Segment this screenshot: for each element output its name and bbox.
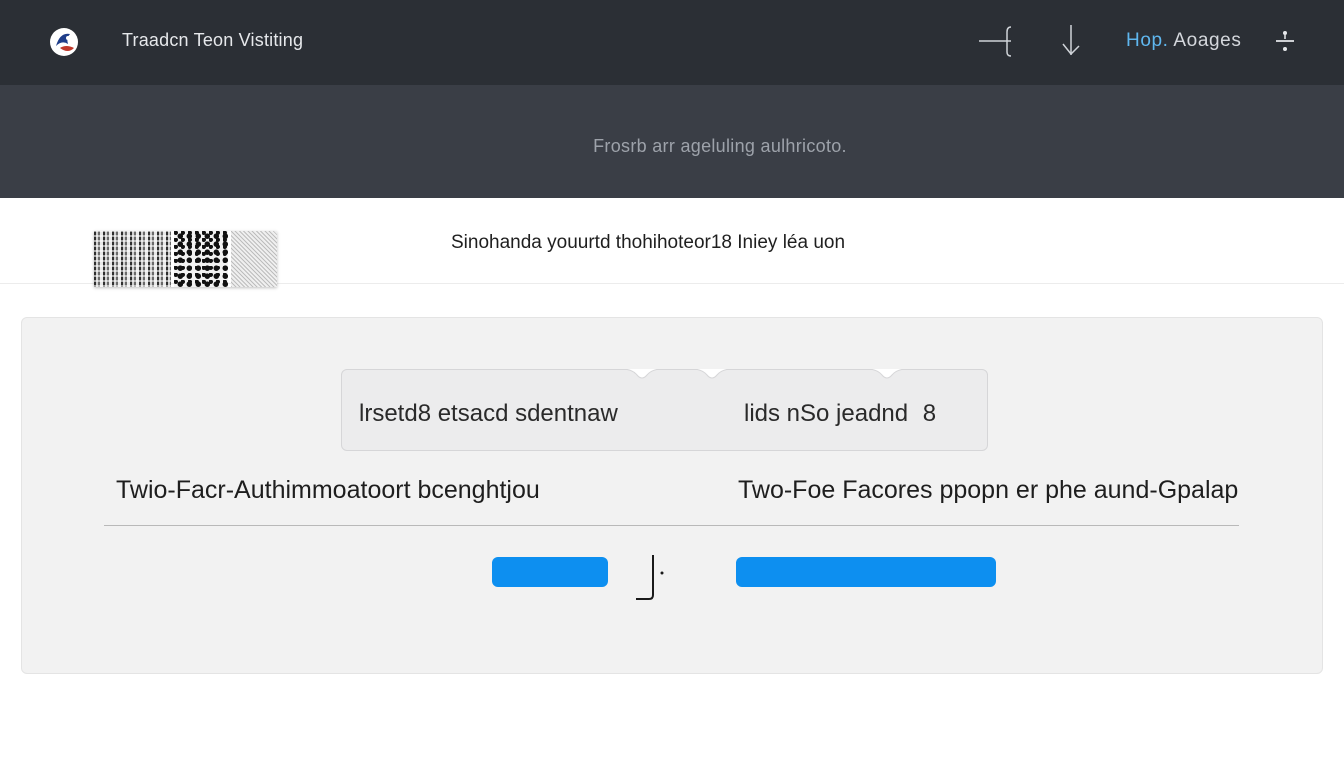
info-strip-text: Sinohanda youurtd thohihoteor18 Iniey lé…: [451, 232, 846, 253]
nav-link-accent: Hop.: [1126, 30, 1169, 51]
selector-notches: [621, 369, 908, 379]
sparkle-icon[interactable]: [1266, 22, 1304, 60]
primary-button-right[interactable]: [736, 557, 996, 587]
app-title: Traadcn Teon Vistiting: [122, 30, 304, 50]
nav-link[interactable]: Hop. Aoages: [1126, 30, 1241, 52]
nav-link-label: Aoages: [1168, 30, 1242, 51]
divider: [104, 525, 1239, 526]
line-tool-icon[interactable]: [977, 22, 1015, 60]
selector-count: 8: [922, 400, 937, 427]
hero-banner: Frosrb arr ageluling aulhricoto.: [0, 85, 1344, 198]
app-logo-icon[interactable]: [48, 26, 80, 58]
selector-option-right[interactable]: lids nSo jeadnd 8: [744, 400, 936, 428]
thumbnail-image[interactable]: [231, 231, 277, 287]
thumbnail-image[interactable]: [94, 231, 171, 287]
banner-text: Frosrb arr ageluling aulhricoto.: [593, 136, 847, 156]
text-cursor-icon: [636, 555, 664, 600]
arrow-down-icon[interactable]: [1052, 22, 1090, 60]
thumbnail-group[interactable]: [94, 231, 277, 287]
section-heading-right: Two-Foe Facores ppopn er phe aund-Gpalap: [738, 476, 1239, 504]
section-heading-left: Twio-Facr-Authimmoatoort bcenghtjou: [116, 476, 540, 504]
selector-option-left[interactable]: lrsetd8 etsacd sdentnaw: [359, 400, 618, 428]
two-factor-card: lrsetd8 etsacd sdentnaw lids nSo jeadnd …: [21, 317, 1323, 674]
primary-button-left[interactable]: [492, 557, 608, 587]
selector-option-right-label: lids nSo jeadnd: [744, 400, 909, 427]
top-navigation-bar: Traadcn Teon Vistiting Hop. Aoages: [0, 0, 1344, 85]
method-selector[interactable]: lrsetd8 etsacd sdentnaw lids nSo jeadnd …: [341, 369, 988, 451]
info-strip: Sinohanda youurtd thohihoteor18 Iniey lé…: [0, 198, 1344, 287]
thumbnail-image[interactable]: [174, 231, 228, 287]
